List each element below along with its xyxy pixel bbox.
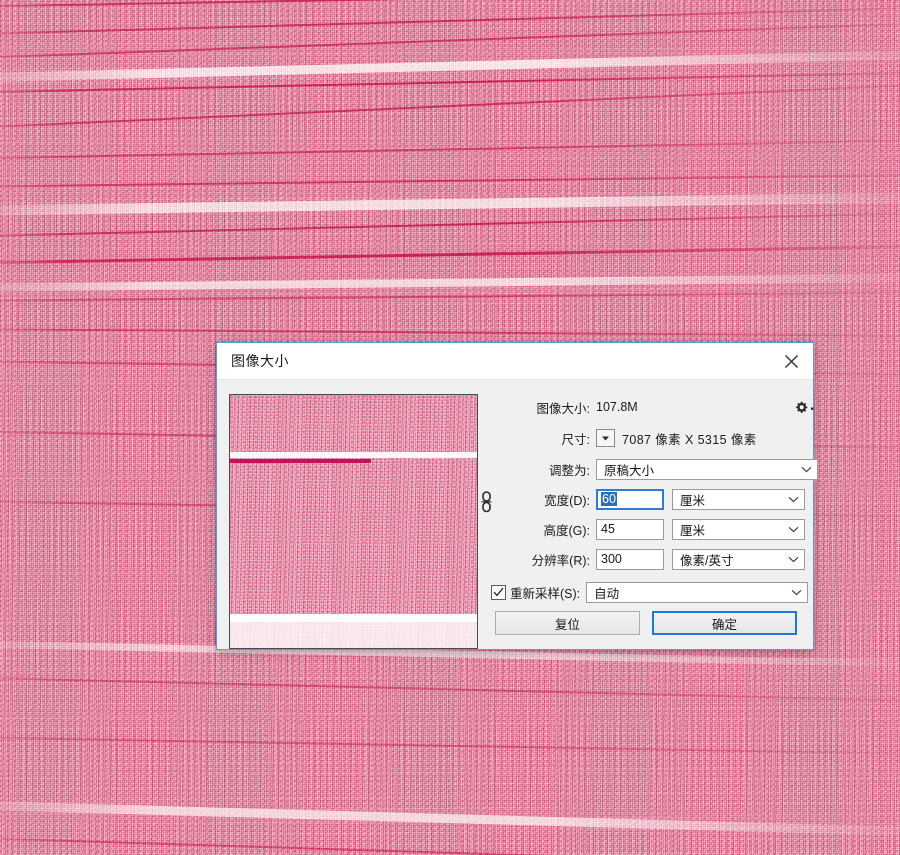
dialog-body: 图像大小: 107.8M 尺寸: 7087 像素 X 5315 像素 调整为: … <box>217 380 818 649</box>
width-value: 60 <box>601 492 617 506</box>
width-input[interactable]: 60 <box>596 488 664 510</box>
height-unit-select[interactable]: 厘米 <box>672 518 805 540</box>
image-size-label: 图像大小: <box>536 401 590 416</box>
resolution-unit-value: 像素/英寸 <box>680 553 734 568</box>
close-icon[interactable] <box>769 343 813 379</box>
dimensions-label: 尺寸: <box>561 432 590 447</box>
preview-red-line <box>230 459 371 463</box>
image-size-dialog: 图像大小 图像大小: 107.8M 尺寸: 7087 像素 X 5315 像素 … <box>216 342 818 650</box>
chevron-down-icon <box>811 407 814 410</box>
dimensions-row: 尺寸: 7087 像素 X 5315 像素 <box>502 427 818 449</box>
height-input[interactable]: 45 <box>596 518 664 540</box>
chevron-down-icon <box>602 436 609 440</box>
height-label: 高度(G): <box>543 523 590 538</box>
resolution-row: 分辨率(R): 300 像素/英寸 <box>502 548 818 570</box>
chevron-down-icon <box>801 466 812 472</box>
width-unit-value: 厘米 <box>680 493 706 508</box>
width-row: 宽度(D): 60 厘米 <box>502 488 818 510</box>
resample-value: 自动 <box>594 586 620 601</box>
resample-checkbox[interactable] <box>491 584 506 600</box>
resample-row: 重新采样(S): 自动 <box>491 581 818 603</box>
chevron-down-icon <box>791 589 802 595</box>
reset-button[interactable]: 复位 <box>495 611 640 635</box>
dialog-titlebar: 图像大小 <box>217 343 813 380</box>
dialog-footer: 复位 确定 <box>217 611 813 635</box>
gear-icon-glyph <box>796 401 808 413</box>
chevron-down-icon <box>788 496 799 502</box>
chevron-down-icon <box>788 556 799 562</box>
fit-to-label: 调整为: <box>549 463 590 478</box>
dialog-title: 图像大小 <box>231 353 289 369</box>
fit-to-value: 原稿大小 <box>604 463 655 478</box>
check-icon <box>493 587 504 597</box>
height-row: 高度(G): 45 厘米 <box>502 518 818 540</box>
image-size-summary-row: 图像大小: 107.8M <box>502 396 818 418</box>
resolution-input[interactable]: 300 <box>596 548 664 570</box>
width-unit-select[interactable]: 厘米 <box>672 488 805 510</box>
chain-link-icon[interactable] <box>479 489 493 515</box>
close-icon-glyph <box>784 354 798 368</box>
resolution-label: 分辨率(R): <box>531 553 590 568</box>
dimensions-dropdown-button[interactable] <box>596 429 615 447</box>
preview-white-band <box>230 452 477 458</box>
image-size-value: 107.8M <box>596 400 638 414</box>
resolution-unit-select[interactable]: 像素/英寸 <box>672 548 805 570</box>
chain-link-icon-glyph <box>481 491 491 513</box>
height-unit-value: 厘米 <box>680 523 706 538</box>
dimensions-value: 7087 像素 X 5315 像素 <box>622 432 757 447</box>
resolution-value: 300 <box>601 552 622 566</box>
resample-label: 重新采样(S): <box>510 586 581 601</box>
fit-to-select[interactable]: 原稿大小 <box>596 458 818 480</box>
screen: 图像大小 图像大小: 107.8M 尺寸: 7087 像素 X 5315 像素 … <box>0 0 900 855</box>
fit-to-row: 调整为: 原稿大小 <box>502 458 818 480</box>
height-value: 45 <box>601 522 615 536</box>
resample-select[interactable]: 自动 <box>586 581 809 603</box>
chevron-down-icon <box>788 526 799 532</box>
ok-button[interactable]: 确定 <box>652 611 797 635</box>
width-label: 宽度(D): <box>544 493 590 508</box>
gear-icon[interactable] <box>795 401 818 414</box>
